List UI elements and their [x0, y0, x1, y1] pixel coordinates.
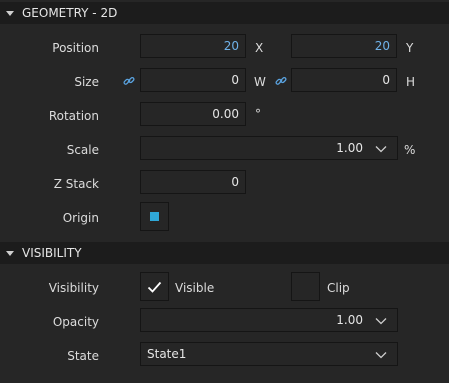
- scale-label: Scale: [66, 143, 99, 157]
- collapse-triangle-icon: [6, 10, 14, 16]
- visibility-section-title: VISIBILITY: [22, 246, 82, 260]
- scale-value: 1.00: [336, 141, 363, 155]
- size-label: Size: [74, 75, 99, 89]
- size-width-unit: W: [254, 75, 266, 89]
- clip-checkbox-label: Clip: [327, 281, 350, 295]
- opacity-label: Opacity: [52, 315, 99, 329]
- opacity-dropdown[interactable]: 1.00: [140, 308, 398, 332]
- position-y-unit: Y: [406, 41, 414, 55]
- link-width-icon[interactable]: [123, 75, 135, 87]
- rotation-unit: °: [255, 107, 261, 121]
- rotation-label: Rotation: [48, 109, 99, 123]
- state-dropdown[interactable]: State1: [140, 342, 398, 366]
- visibility-label: Visibility: [48, 281, 99, 295]
- z-stack-input[interactable]: 0: [140, 170, 246, 194]
- position-x-input[interactable]: 20: [140, 34, 246, 58]
- position-y-input[interactable]: 20: [291, 34, 397, 58]
- opacity-value: 1.00: [336, 313, 363, 327]
- scale-chevron-down-icon[interactable]: [375, 145, 387, 153]
- origin-marker-icon: [150, 212, 159, 221]
- scale-unit: %: [404, 143, 416, 157]
- size-height-input[interactable]: 0: [291, 68, 397, 92]
- rotation-input[interactable]: 0.00: [140, 102, 246, 126]
- position-label: Position: [52, 41, 99, 55]
- origin-label: Origin: [62, 211, 99, 225]
- size-width-input[interactable]: 0: [140, 68, 246, 92]
- geometry-section-title: GEOMETRY - 2D: [22, 6, 118, 20]
- state-value: State1: [147, 347, 187, 361]
- visible-checkbox[interactable]: [140, 272, 169, 301]
- state-chevron-down-icon[interactable]: [375, 351, 387, 359]
- geometry-section-header[interactable]: GEOMETRY - 2D: [0, 2, 449, 24]
- z-stack-label: Z Stack: [53, 177, 99, 191]
- clip-checkbox[interactable]: [291, 272, 320, 301]
- opacity-chevron-down-icon[interactable]: [375, 317, 387, 325]
- position-x-unit: X: [255, 41, 264, 55]
- size-height-unit: H: [406, 75, 416, 89]
- visible-checkbox-label: Visible: [175, 281, 215, 295]
- collapse-triangle-icon: [6, 250, 14, 256]
- link-height-icon[interactable]: [275, 75, 287, 87]
- visibility-section-header[interactable]: VISIBILITY: [0, 242, 449, 264]
- state-label: State: [67, 349, 99, 363]
- checkmark-icon: [147, 281, 162, 293]
- scale-dropdown[interactable]: 1.00: [140, 136, 398, 160]
- origin-picker[interactable]: [140, 202, 169, 231]
